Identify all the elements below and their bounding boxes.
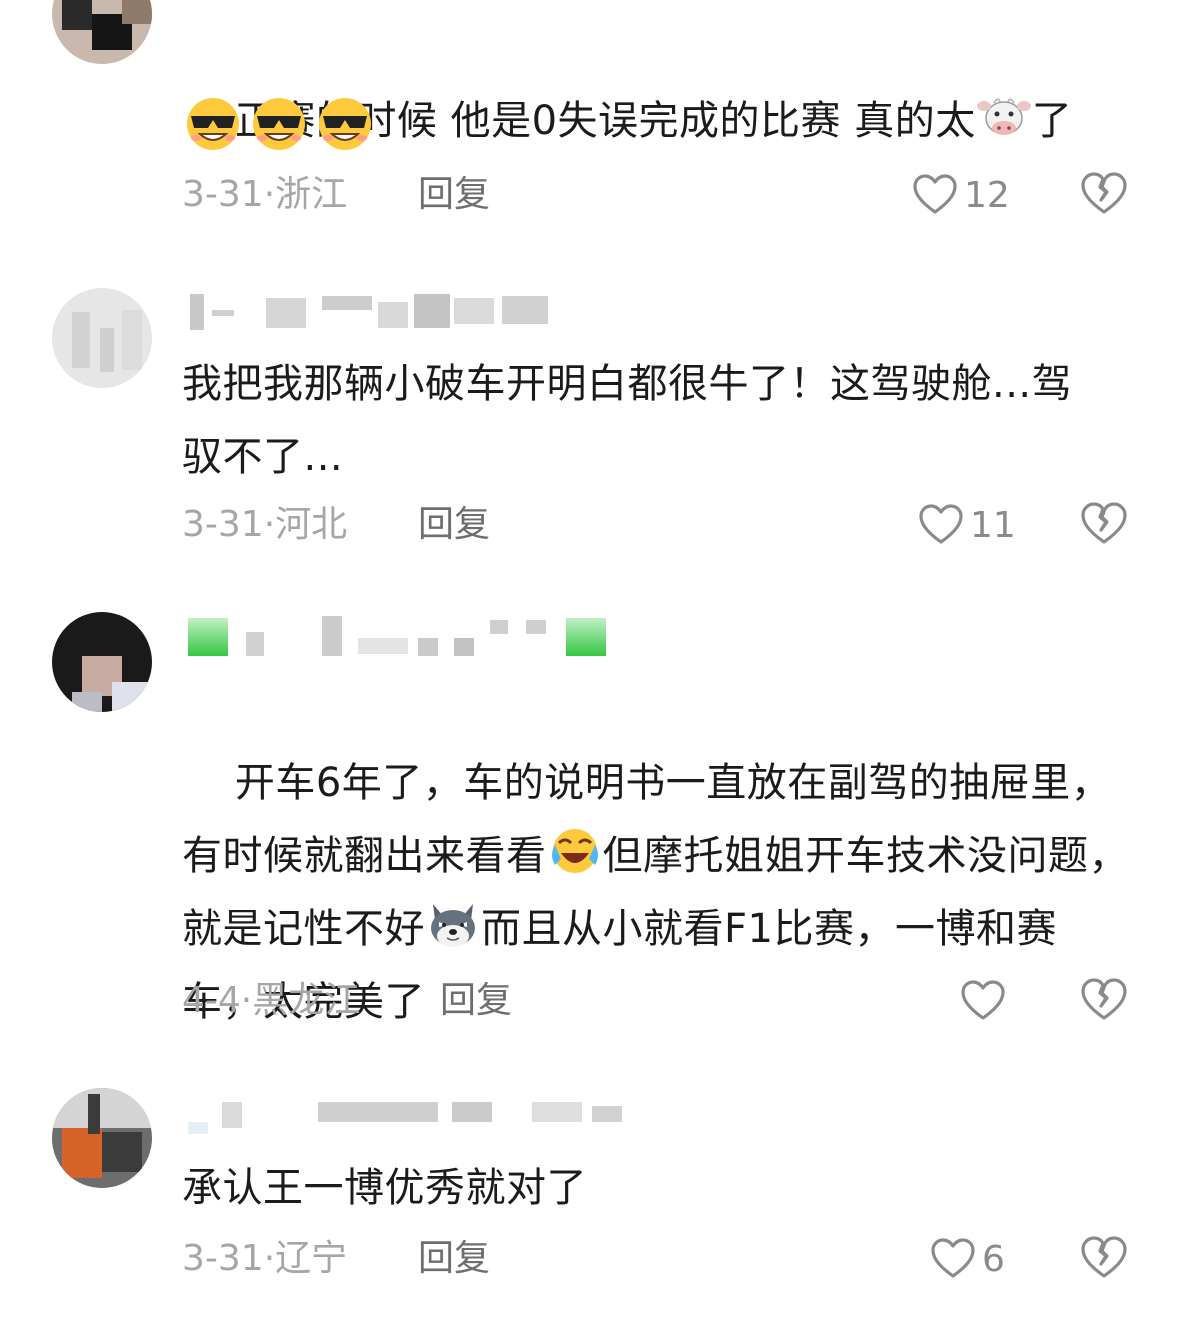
comment-text: 我把我那辆小破车开明白都很牛了！这驾驶舱...驾驭不了... (182, 361, 1073, 480)
like-button[interactable]: 11 (918, 500, 1016, 550)
comment-meta: 3-31·辽宁 (182, 1236, 347, 1282)
like-button[interactable]: 12 (912, 170, 1010, 220)
comment-3: 开车6年了，车的说明书一直放在副驾的抽屉里，有时候就翻出来看看 但摩托姐姐开车技… (0, 600, 1178, 1050)
comment-text: 开车6年了，车的说明书一直放在副驾的抽屉里，有时候就翻出来看看 但摩托姐姐开车技… (182, 760, 1129, 1025)
sunglasses-grin-icon (187, 98, 239, 150)
broken-heart-icon[interactable] (1080, 170, 1128, 218)
avatar[interactable] (52, 288, 152, 388)
comment-region: 辽宁 (275, 1238, 348, 1279)
reply-button[interactable]: 回复 (440, 978, 512, 1024)
heart-icon (931, 1238, 975, 1278)
like-button[interactable] (960, 976, 1012, 1026)
comment-1: 正赛的时候 他是0失误完成的比赛 真的太 了 3-31·浙江 回复 12 (0, 0, 1178, 250)
comment-date: 3-31· (182, 1238, 276, 1279)
broken-heart-icon[interactable] (1080, 1234, 1128, 1282)
husky-dog-icon (431, 904, 475, 947)
cow-face-icon (976, 98, 1031, 135)
username-blurred[interactable] (182, 608, 622, 656)
sunglasses-grin-icon (253, 98, 305, 150)
broken-heart-icon[interactable] (1080, 500, 1128, 548)
crying-laughing-icon (551, 829, 598, 873)
comment-region: 黑龙江 (252, 980, 361, 1021)
like-count: 6 (982, 1238, 1005, 1280)
comment-4: 承认王一博优秀就对了 3-31·辽宁 回复 6 (0, 1080, 1178, 1310)
emoji-row (182, 94, 380, 154)
username-blurred[interactable] (182, 292, 582, 336)
like-button[interactable]: 6 (930, 1234, 1005, 1284)
avatar[interactable] (52, 612, 152, 712)
avatar[interactable] (52, 1088, 152, 1188)
comment-region: 河北 (275, 504, 348, 545)
reply-button[interactable]: 回复 (418, 172, 490, 218)
comment-date: 3-31· (182, 174, 276, 215)
comment-date: 4-4· (182, 980, 253, 1021)
comment-meta: 3-31·河北 (182, 502, 347, 548)
sunglasses-grin-icon (319, 98, 371, 150)
comment-2: 我把我那辆小破车开明白都很牛了！这驾驶舱...驾驭不了... 3-31·河北 回… (0, 280, 1178, 580)
reply-button[interactable]: 回复 (418, 1236, 490, 1282)
comment-date: 3-31· (182, 504, 276, 545)
comment-text: 承认王一博优秀就对了 (182, 1165, 587, 1211)
username-blurred[interactable] (182, 1092, 642, 1136)
heart-icon (913, 174, 957, 214)
comment-region: 浙江 (275, 174, 348, 215)
comment-meta: 4-4·黑龙江 (182, 978, 360, 1024)
reply-button[interactable]: 回复 (418, 502, 490, 548)
like-count: 11 (970, 504, 1016, 546)
heart-icon (919, 504, 963, 544)
comment-meta: 3-31·浙江 (182, 172, 347, 218)
avatar[interactable] (52, 0, 152, 64)
heart-icon (961, 980, 1005, 1020)
broken-heart-icon[interactable] (1080, 976, 1128, 1024)
like-count: 12 (964, 174, 1010, 216)
